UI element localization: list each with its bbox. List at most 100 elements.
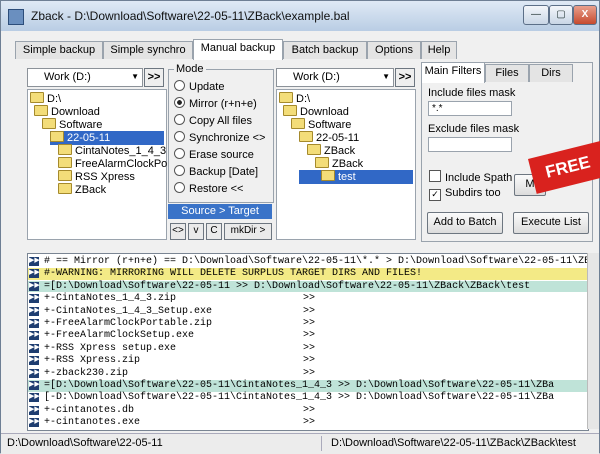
folder-icon: [279, 92, 293, 103]
fast-forward-icon: ▶▶: [29, 356, 40, 366]
mode-update-radio[interactable]: Update: [174, 80, 224, 93]
add-to-batch-button[interactable]: Add to Batch: [427, 212, 503, 234]
folder-icon: [34, 105, 48, 116]
mode-copy-all-radio[interactable]: Copy All files: [174, 114, 252, 127]
tree-item[interactable]: ZBack: [58, 183, 106, 197]
tab-simple-backup[interactable]: Simple backup: [15, 41, 103, 59]
tree-item[interactable]: D:\: [30, 92, 61, 106]
log-row-arrow: >>: [303, 417, 316, 429]
tree-item[interactable]: ZBack: [315, 157, 363, 171]
log-row[interactable]: ▶▶ +-RSS Xpress setup.exe >>: [28, 342, 588, 355]
log-row[interactable]: ▶▶ [-D:\Download\Software\22-05-11\CintaN…: [28, 392, 588, 404]
log-row-arrow: >>: [303, 404, 316, 416]
direction-button[interactable]: Source > Target: [168, 204, 272, 219]
exclude-mask-input[interactable]: [428, 137, 512, 152]
subdirs-too-checkbox[interactable]: ✓ Subdirs too: [429, 187, 501, 201]
title-bar: Zback - D:\Download\Software\22-05-11\ZB…: [1, 1, 599, 31]
source-go-button[interactable]: >>: [144, 68, 164, 87]
tree-item-selected[interactable]: 22-05-11: [50, 131, 164, 145]
tab-batch-backup[interactable]: Batch backup: [283, 41, 367, 59]
tab-main-filters[interactable]: Main Filters: [421, 62, 485, 83]
target-drive-select[interactable]: Work (D:) ▼: [276, 68, 394, 87]
log-row[interactable]: ▶▶ +-CintaNotes_1_4_3.zip >>: [28, 293, 588, 305]
tab-dirs[interactable]: Dirs: [529, 64, 573, 82]
source-drive-select[interactable]: Work (D:) ▼: [27, 68, 143, 87]
folder-icon: [315, 157, 329, 168]
log-row[interactable]: ▶▶ +-CintaNotes_1_4_3_Setup.exe >>: [28, 305, 588, 318]
log-list[interactable]: ▶▶ # == Mirror (r+n+e) == D:\Download\Sof…: [27, 253, 589, 431]
minimize-button[interactable]: —: [523, 5, 549, 25]
log-row-arrow: >>: [303, 293, 316, 305]
tab-help[interactable]: Help: [421, 41, 457, 59]
folder-icon: [283, 105, 297, 116]
log-row-arrow: >>: [303, 367, 316, 379]
tree-item[interactable]: RSS Xpress: [58, 170, 135, 184]
log-row[interactable]: ▶▶ # == Mirror (r+n+e) == D:\Download\Sof…: [28, 256, 588, 268]
log-row[interactable]: ▶▶ +-FreeAlarmClockSetup.exe >>: [28, 330, 588, 342]
folder-icon: [58, 170, 72, 181]
app-window: Zback - D:\Download\Software\22-05-11\ZB…: [0, 0, 600, 454]
status-divider: [321, 436, 322, 451]
include-mask-input[interactable]: *.*: [428, 101, 512, 116]
execute-list-button[interactable]: Execute List: [513, 212, 589, 234]
log-row[interactable]: ▶▶ +-FreeAlarmClockPortable.zip >>: [28, 318, 588, 330]
log-row[interactable]: ▶▶ +-RSS Xpress.zip >>: [28, 355, 588, 367]
maximize-button[interactable]: ▢: [549, 5, 573, 25]
tree-item[interactable]: FreeAlarmClockPorte: [58, 157, 180, 171]
source-folder-tree[interactable]: D:\ Download Software 22-05-11 CintaNote…: [27, 89, 180, 240]
mode-restore-radio[interactable]: Restore <<: [174, 182, 243, 195]
folder-open-icon: [50, 131, 64, 142]
log-row[interactable]: ▶▶ +-cintanotes.exe >>: [28, 417, 588, 429]
tab-files[interactable]: Files: [485, 64, 529, 82]
fast-forward-icon: ▶▶: [29, 393, 40, 403]
tab-manual-backup[interactable]: Manual backup: [193, 39, 283, 60]
log-scrollbar[interactable]: [587, 253, 599, 429]
include-spath-checkbox[interactable]: Include Spath: [429, 170, 512, 184]
folder-icon: [42, 118, 56, 129]
folder-icon: [58, 183, 72, 194]
mkdir-button[interactable]: mkDir >: [224, 223, 272, 240]
log-row-text: +-RSS Xpress.zip: [44, 355, 141, 367]
log-row-arrow: >>: [303, 342, 316, 354]
verify-button[interactable]: v: [188, 223, 204, 240]
log-row[interactable]: ▶▶ +-cintanotes.db >>: [28, 404, 588, 417]
tree-item[interactable]: Download: [34, 105, 100, 119]
mode-erase-source-radio[interactable]: Erase source: [174, 148, 254, 161]
log-row-text: =[D:\Download\Software\22-05-11 >> D:\Do…: [44, 280, 531, 292]
mode-mirror-radio[interactable]: Mirror (r+n+e): [174, 97, 257, 110]
tree-item[interactable]: Software: [291, 118, 351, 132]
log-row-text: +-cintanotes.db: [44, 404, 135, 416]
fast-forward-icon: ▶▶: [29, 319, 40, 328]
target-folder-tree[interactable]: D:\ Download Software 22-05-11 ZBack ZBa…: [276, 89, 416, 240]
folder-icon: [30, 92, 44, 103]
log-row[interactable]: ▶▶ +-zback230.zip >>: [28, 367, 588, 380]
tree-item[interactable]: Software: [42, 118, 102, 132]
log-row-arrow: >>: [303, 355, 316, 367]
tab-simple-synchro[interactable]: Simple synchro: [103, 41, 193, 59]
status-bar: D:\Download\Software\22-05-11 D:\Downloa…: [1, 433, 599, 454]
tree-item[interactable]: 22-05-11: [299, 131, 359, 145]
tree-item[interactable]: ZBack: [307, 144, 355, 158]
swap-button[interactable]: <>: [170, 223, 186, 240]
log-row[interactable]: ▶▶ =[D:\Download\Software\22-05-11 >> D:\…: [28, 280, 588, 293]
tree-item[interactable]: CintaNotes_1_4_3: [58, 144, 166, 158]
log-row-text: # == Mirror (r+n+e) == D:\Download\Softw…: [44, 256, 589, 267]
log-row-text: +-RSS Xpress setup.exe: [44, 342, 177, 354]
log-row-arrow: >>: [303, 318, 316, 329]
fast-forward-icon: ▶▶: [29, 269, 40, 279]
tree-item[interactable]: Download: [283, 105, 349, 119]
tab-options[interactable]: Options: [367, 41, 421, 59]
mode-backup-date-radio[interactable]: Backup [Date]: [174, 165, 258, 178]
target-go-button[interactable]: >>: [395, 68, 415, 87]
mode-synchronize-radio[interactable]: Synchronize <>: [174, 131, 265, 144]
close-button[interactable]: X: [573, 5, 597, 25]
log-row-arrow: >>: [303, 305, 316, 317]
compare-button[interactable]: C: [206, 223, 222, 240]
tree-item-selected[interactable]: test: [299, 170, 413, 184]
fast-forward-icon: ▶▶: [29, 257, 40, 266]
log-row[interactable]: ▶▶ =[D:\Download\Software\22-05-11\CintaN…: [28, 380, 588, 392]
tree-item[interactable]: D:\: [279, 92, 310, 106]
log-row[interactable]: ▶▶ #-WARNING: MIRRORING WILL DELETE SURPL…: [28, 268, 588, 280]
log-row-text: +-FreeAlarmClockSetup.exe: [44, 330, 195, 342]
status-target-path: D:\Download\Software\22-05-11\ZBack\ZBac…: [331, 437, 576, 449]
